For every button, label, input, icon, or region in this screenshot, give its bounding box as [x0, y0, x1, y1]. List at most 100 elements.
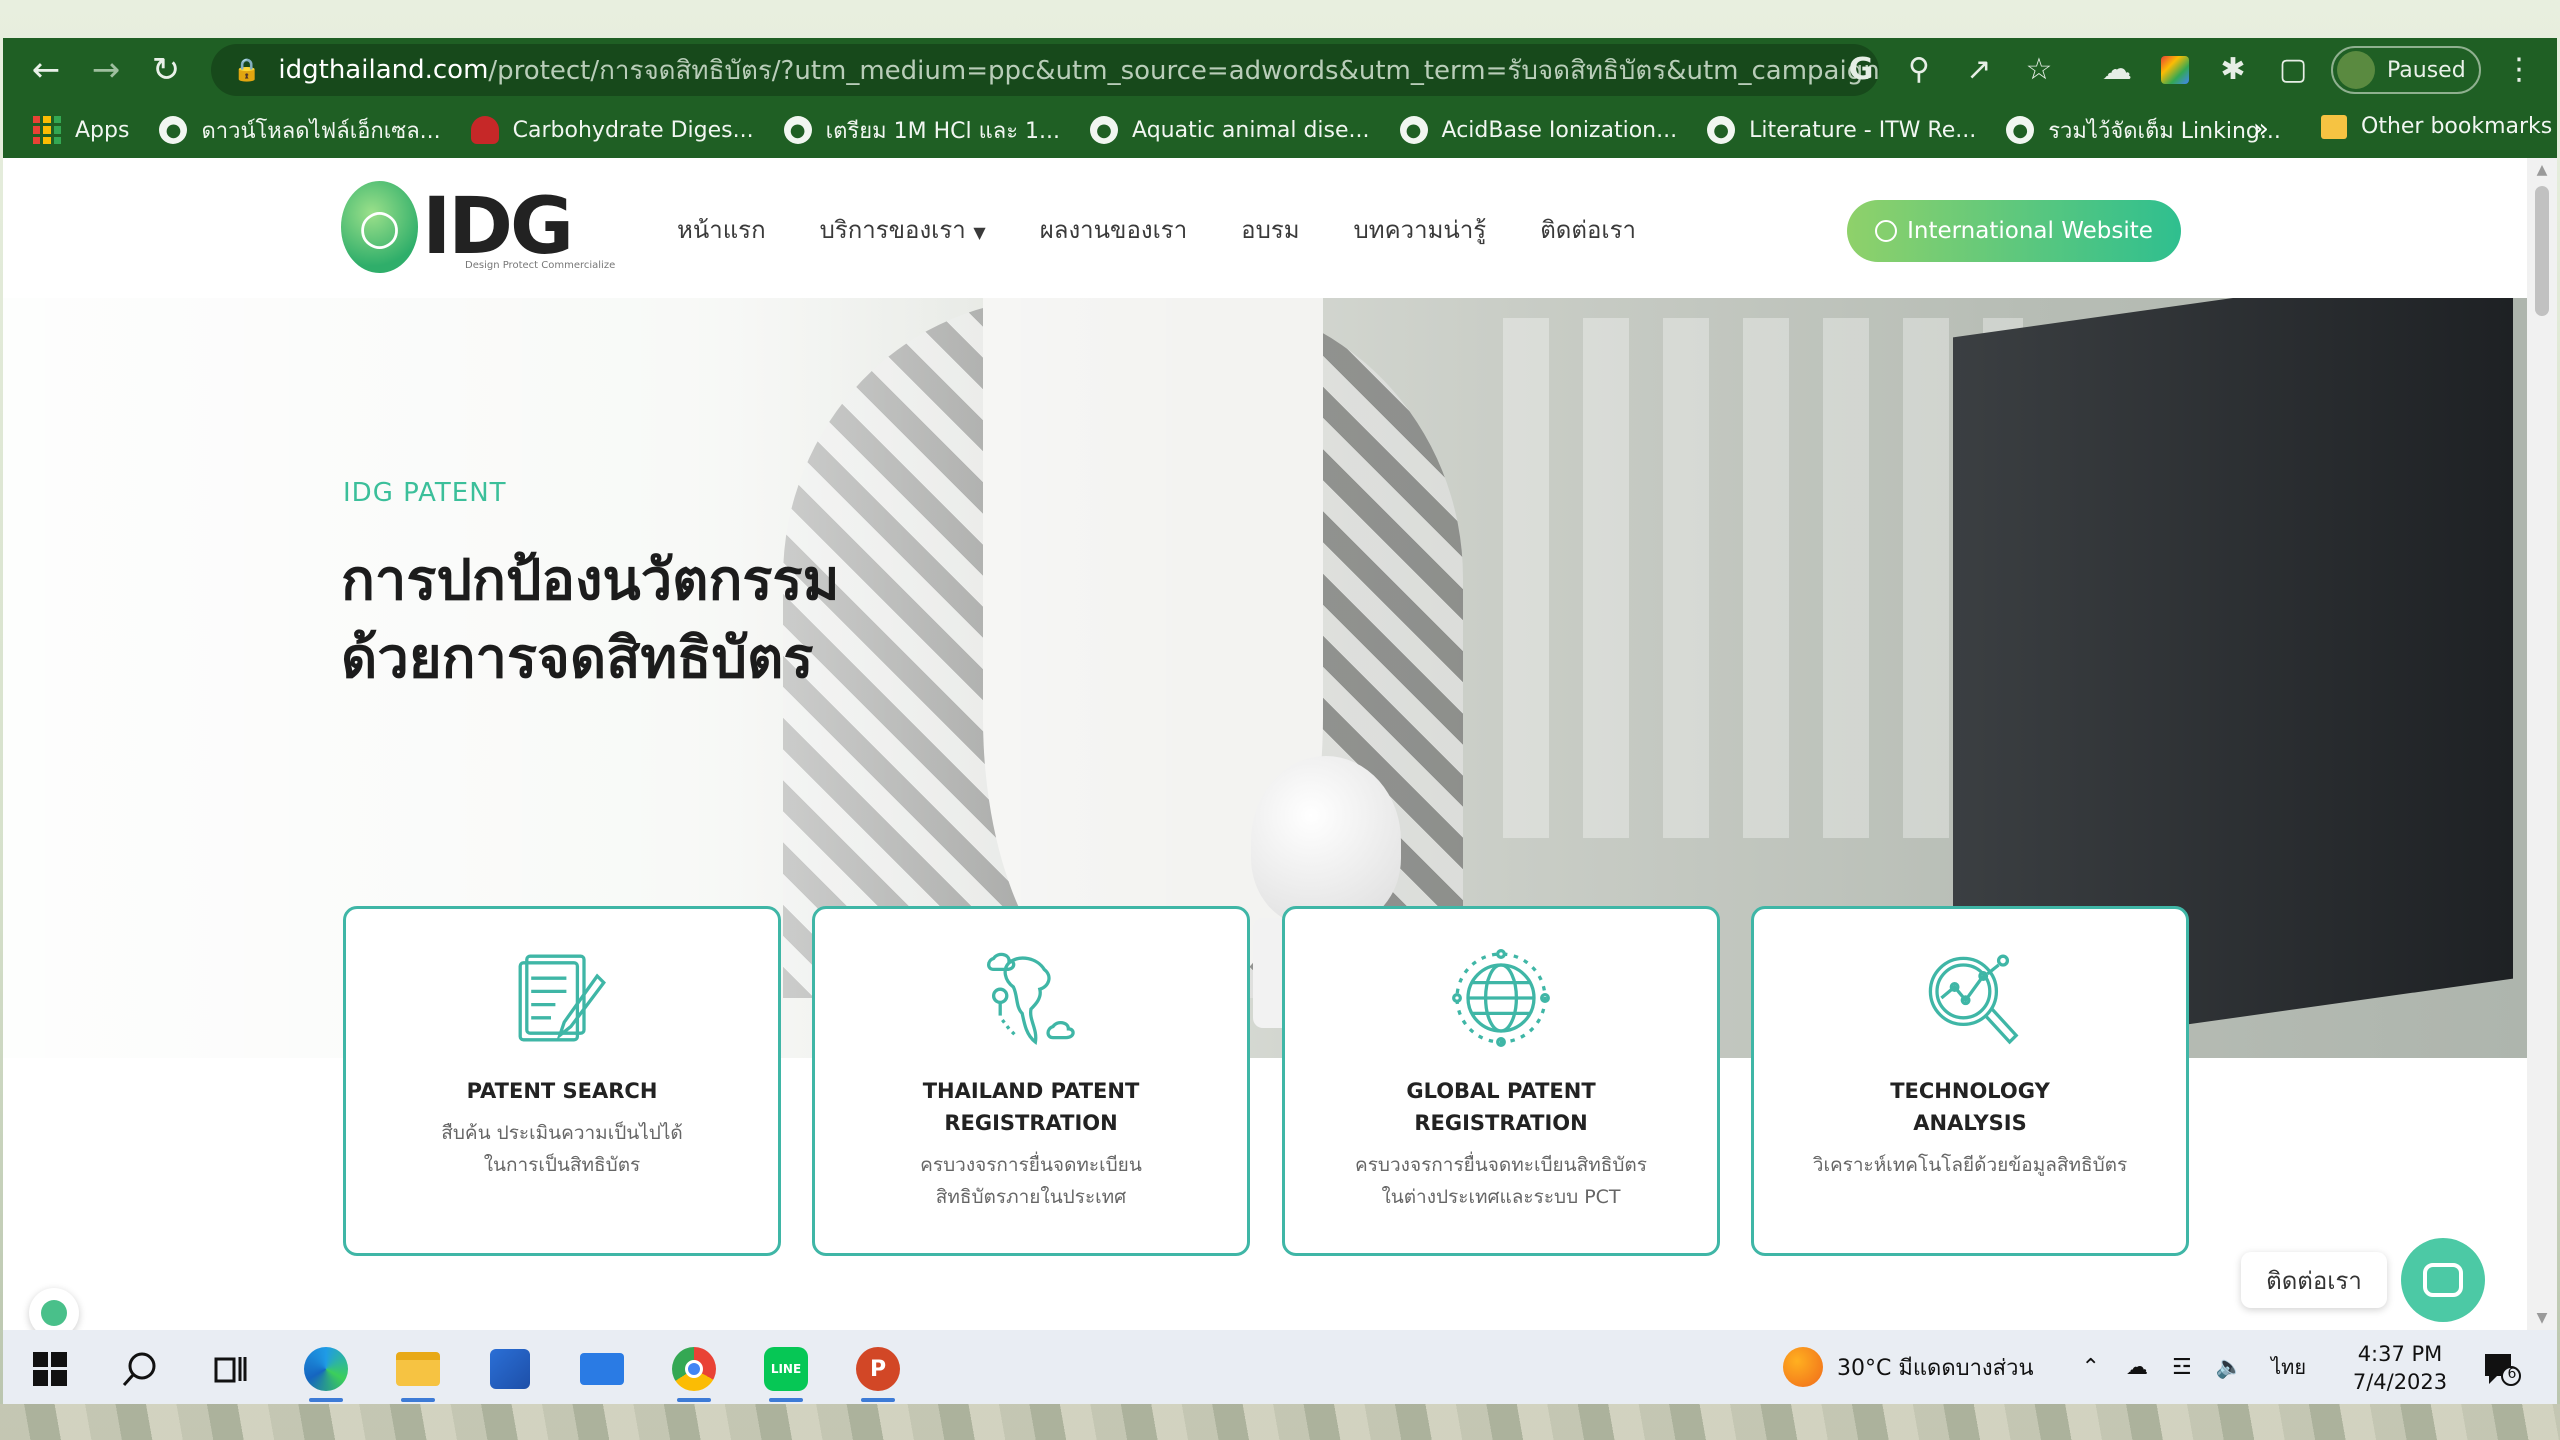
avatar — [2337, 51, 2375, 89]
hero-title-line: ด้วยการจดสิทธิบัตร — [341, 626, 814, 691]
card-title: GLOBAL PATENT REGISTRATION — [1406, 1079, 1596, 1135]
card-title: PATENT SEARCH — [466, 1079, 658, 1103]
nav-services[interactable]: บริการของเรา ▼ — [820, 210, 986, 249]
bookmark-item[interactable]: ● ดาวน์โหลดไฟล์เอ็กเซล... — [159, 113, 441, 148]
lightbulb-logo-icon: ○ — [341, 181, 419, 273]
weather-icon[interactable] — [1783, 1347, 1823, 1387]
taskbar-clock[interactable]: 4:37 PM 7/4/2023 — [2345, 1340, 2455, 1396]
logo-tagline: Design Protect Commercialize — [465, 260, 616, 271]
menu-kebab-icon[interactable]: ⋮ — [2499, 50, 2539, 90]
bookmark-star-icon[interactable]: ☆ — [2019, 50, 2059, 90]
card-description: สืบค้น ประเมินความเป็นไปได้ ในการเป็นสิทธ… — [441, 1122, 683, 1176]
windows-start-icon[interactable] — [23, 1342, 77, 1396]
other-bookmarks[interactable]: Other bookmarks — [2321, 114, 2552, 139]
browser-window: ← → ↻ 🔒 idgthailand.com/protect/การจดสิท… — [3, 38, 2557, 1330]
bookmark-apps[interactable]: Apps — [33, 116, 129, 144]
bookmark-item[interactable]: Carbohydrate Diges... — [470, 116, 754, 144]
nav-home[interactable]: หน้าแรก — [677, 210, 766, 249]
forward-button[interactable]: → — [77, 41, 135, 99]
nav-articles[interactable]: บทความน่ารู้ — [1354, 210, 1487, 249]
page-viewport: IDG PATENT การปกป้องนวัตกรรม ด้วยการจดสิ… — [3, 158, 2527, 1330]
url-host: idgthailand.com — [278, 55, 489, 85]
address-bar[interactable]: 🔒 idgthailand.com/protect/การจดสิทธิบัตร… — [211, 44, 1879, 96]
service-card-patent-search[interactable]: PATENT SEARCH สืบค้น ประเมินความเป็นไปได… — [343, 906, 781, 1256]
card-description: วิเคราะห์เทคโนโลยีด้วยข้อมูลสิทธิบัตร — [1812, 1154, 2128, 1176]
hero-photo-bulb — [1251, 756, 1401, 926]
extension-color-icon[interactable] — [2155, 50, 2195, 90]
document-pen-icon — [518, 954, 606, 1042]
globe-icon — [1452, 949, 1550, 1047]
line-app-icon[interactable]: LINE — [759, 1342, 813, 1402]
mail-icon[interactable] — [575, 1342, 629, 1396]
scrollbar-thumb[interactable] — [2535, 186, 2549, 316]
hero-title-line: การปกป้องนวัตกรรม — [341, 548, 840, 613]
powerpoint-icon[interactable]: P — [851, 1342, 905, 1402]
globe-icon — [1875, 220, 1898, 242]
globe-icon: ● — [783, 116, 812, 144]
clock-date: 7/4/2023 — [2352, 1370, 2448, 1394]
chevron-up-icon[interactable]: ⌃ — [2082, 1355, 2100, 1380]
clock-time: 4:37 PM — [2357, 1342, 2443, 1366]
bookmark-item[interactable]: ● รวมไว้จัดเต็ม Linking... — [2006, 113, 2281, 148]
language-indicator[interactable]: ไทย — [2271, 1351, 2306, 1383]
onedrive-icon[interactable]: ☁ — [2126, 1355, 2148, 1380]
scroll-up-icon[interactable]: ▲ — [2527, 158, 2557, 182]
edge-browser-icon[interactable] — [299, 1342, 353, 1402]
hero-photo-notes — [1503, 318, 2023, 838]
browser-toolbar: ← → ↻ 🔒 idgthailand.com/protect/การจดสิท… — [3, 38, 2557, 102]
search-icon[interactable] — [113, 1342, 167, 1396]
wifi-icon[interactable]: ☲ — [2172, 1355, 2192, 1380]
accessibility-badge[interactable] — [29, 1288, 79, 1330]
nav-training[interactable]: อบรม — [1241, 210, 1299, 249]
file-explorer-icon[interactable] — [391, 1342, 445, 1402]
card-title: THAILAND PATENT REGISTRATION — [922, 1079, 1140, 1135]
site-logo[interactable]: ○ IDG Design Protect Commercialize — [341, 180, 615, 274]
apps-grid-icon — [33, 116, 61, 144]
contact-chat-label[interactable]: ติดต่อเรา — [2241, 1252, 2387, 1308]
chat-button[interactable] — [2401, 1238, 2485, 1322]
page-scrollbar[interactable]: ▲ ▼ — [2527, 158, 2557, 1330]
card-title: TECHNOLOGY ANALYSIS — [1890, 1079, 2050, 1135]
bookmark-item[interactable]: ● AcidBase Ionization... — [1399, 116, 1677, 144]
card-description: ครบวงจรการยื่นจดทะเบียนสิทธิบัตร ในต่างปร… — [1355, 1154, 1647, 1208]
service-card-global-patent[interactable]: GLOBAL PATENT REGISTRATION ครบวงจรการยื่น… — [1282, 906, 1720, 1256]
system-tray: 30°C มีแดดบางส่วน ⌃ ☁ ☲ 🔈 ไทย — [1783, 1330, 2306, 1404]
reload-button[interactable]: ↻ — [137, 41, 195, 99]
lock-icon: 🔒 — [233, 57, 261, 83]
back-button[interactable]: ← — [17, 41, 75, 99]
globe-icon: ● — [1399, 116, 1428, 144]
international-website-button[interactable]: International Website — [1847, 200, 2181, 262]
bookmark-item[interactable]: ● Aquatic animal dise... — [1090, 116, 1370, 144]
site-header: ○ IDG Design Protect Commercialize หน้าแ… — [3, 158, 2527, 298]
scroll-down-icon[interactable]: ▼ — [2527, 1306, 2557, 1330]
extensions-puzzle-icon[interactable]: ✱ — [2213, 50, 2253, 90]
nav-portfolio[interactable]: ผลงานของเรา — [1040, 210, 1187, 249]
zoom-icon[interactable]: ⚲ — [1899, 50, 1939, 90]
bookmark-item[interactable]: ● Literature - ITW Re... — [1707, 116, 1976, 144]
nav-contact[interactable]: ติดต่อเรา — [1540, 210, 1636, 249]
side-panel-icon[interactable]: ▢ — [2273, 50, 2313, 90]
extension-cloud-icon[interactable]: ☁ — [2097, 50, 2137, 90]
service-card-thailand-patent[interactable]: THAILAND PATENT REGISTRATION ครบวงจรการยื… — [812, 906, 1250, 1256]
microsoft-store-icon[interactable] — [483, 1342, 537, 1396]
bookmarks-overflow-button[interactable]: » — [2253, 114, 2269, 144]
task-view-icon[interactable] — [203, 1342, 257, 1396]
lightbulb-icon — [41, 1300, 67, 1326]
bookmarks-bar: Apps ● ดาวน์โหลดไฟล์เอ็กเซล... Carbohydra… — [3, 102, 2557, 158]
url-path: /protect/การจดสิทธิบัตร/?utm_medium=ppc&… — [488, 55, 1879, 86]
thailand-map-icon — [987, 952, 1075, 1045]
profile-button[interactable]: Paused — [2331, 46, 2481, 94]
logo-wordmark: IDG — [422, 182, 574, 272]
notification-center-icon[interactable]: 6 — [2481, 1348, 2521, 1388]
service-card-technology-analysis[interactable]: TECHNOLOGY ANALYSIS วิเคราะห์เทคโนโลยีด้ว… — [1751, 906, 2189, 1256]
magnifier-chart-icon — [1928, 954, 2019, 1045]
share-icon[interactable]: ↗ — [1959, 50, 1999, 90]
windows-taskbar: LINE P 30°C มีแดดบางส่วน ⌃ ☁ ☲ 🔈 ไทย 4:3… — [3, 1330, 2557, 1404]
bookmark-item[interactable]: ● เตรียม 1M HCl และ 1... — [783, 113, 1060, 148]
globe-icon: ● — [159, 116, 188, 144]
chrome-icon[interactable] — [667, 1342, 721, 1402]
hero-kicker: IDG PATENT — [343, 478, 507, 508]
google-icon[interactable]: G — [1841, 50, 1881, 90]
weather-text[interactable]: 30°C มีแดดบางส่วน — [1837, 1350, 2034, 1385]
volume-icon[interactable]: 🔈 — [2216, 1355, 2243, 1380]
